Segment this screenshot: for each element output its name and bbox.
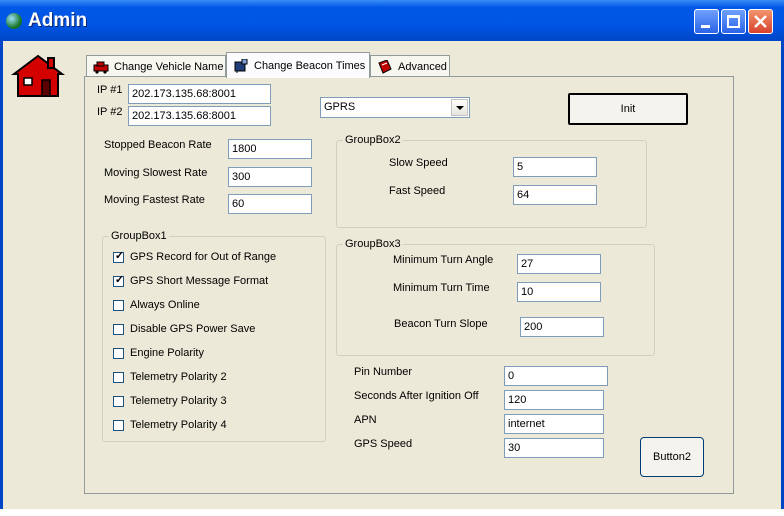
checkbox-label: GPS Record for Out of Range xyxy=(130,251,277,263)
min-turn-angle-label: Minimum Turn Angle xyxy=(393,254,494,266)
connection-select[interactable]: GPRS xyxy=(320,97,470,118)
ip1-input[interactable]: 202.173.135.68:8001 xyxy=(128,84,271,104)
tab-label: Advanced xyxy=(398,60,447,73)
groupbox1-title: GroupBox1 xyxy=(109,230,169,242)
maximize-button[interactable] xyxy=(721,9,746,34)
checkbox[interactable] xyxy=(113,323,124,335)
tab-label: Change Beacon Times xyxy=(254,59,366,72)
checkbox-label: Engine Polarity xyxy=(130,347,204,359)
checkbox-label: Telemetry Polarity 4 xyxy=(130,419,227,431)
chevron-down-icon[interactable] xyxy=(451,99,468,116)
checkbox-item[interactable]: Engine Polarity xyxy=(113,347,204,359)
groupbox2-title: GroupBox2 xyxy=(343,134,403,146)
checkbox[interactable] xyxy=(113,347,124,359)
min-turn-time-input[interactable]: 10 xyxy=(517,282,601,302)
pin-number-input[interactable]: 0 xyxy=(504,366,608,386)
close-icon xyxy=(754,15,767,28)
stopped-rate-input[interactable]: 1800 xyxy=(228,139,312,159)
checkbox-label: Disable GPS Power Save xyxy=(130,323,256,335)
car-icon xyxy=(93,61,109,74)
window-title: Admin xyxy=(28,10,88,31)
minimize-button[interactable] xyxy=(694,9,719,34)
checkbox-item[interactable]: Telemetry Polarity 3 xyxy=(113,395,227,407)
min-turn-time-label: Minimum Turn Time xyxy=(393,282,490,294)
groupbox3: GroupBox3 xyxy=(336,238,655,356)
button2[interactable]: Button2 xyxy=(640,437,704,477)
checkbox-item[interactable]: ✓ GPS Record for Out of Range xyxy=(113,249,277,263)
fast-speed-input[interactable]: 64 xyxy=(513,185,597,205)
checkmark-icon: ✓ xyxy=(114,249,125,262)
checkbox[interactable] xyxy=(113,419,124,431)
pin-number-label: Pin Number xyxy=(354,366,413,378)
tab-advanced[interactable]: Advanced xyxy=(370,55,450,77)
ip1-label: IP #1 xyxy=(97,84,123,96)
close-button[interactable] xyxy=(748,9,773,34)
ip2-label: IP #2 xyxy=(97,106,123,118)
checkbox-label: Telemetry Polarity 3 xyxy=(130,395,227,407)
connection-select-value: GPRS xyxy=(324,101,356,113)
init-button[interactable]: Init xyxy=(568,93,688,125)
taskbar-edge xyxy=(0,509,784,516)
checkbox-item[interactable]: Telemetry Polarity 4 xyxy=(113,419,227,431)
maximize-icon xyxy=(727,15,740,28)
slow-speed-label: Slow Speed xyxy=(389,157,448,169)
beacon-turn-slope-label: Beacon Turn Slope xyxy=(394,318,488,330)
gps-speed-input[interactable]: 30 xyxy=(504,438,604,458)
checkbox[interactable] xyxy=(113,299,124,311)
apn-label: APN xyxy=(354,414,377,426)
fastest-rate-input[interactable]: 60 xyxy=(228,194,312,214)
gps-speed-label: GPS Speed xyxy=(354,438,413,450)
checkbox-label: Always Online xyxy=(130,299,200,311)
checkbox[interactable] xyxy=(113,395,124,407)
fastest-rate-label: Moving Fastest Rate xyxy=(104,194,205,206)
groupbox2: GroupBox2 xyxy=(336,134,647,228)
checkbox[interactable]: ✓ xyxy=(113,273,125,287)
slowest-rate-input[interactable]: 300 xyxy=(228,167,312,187)
checkbox-label: Telemetry Polarity 2 xyxy=(130,371,227,383)
tab-change-vehicle-name[interactable]: Change Vehicle Name xyxy=(86,55,226,77)
checkbox-item[interactable]: Disable GPS Power Save xyxy=(113,323,255,335)
checkbox-item[interactable]: Always Online xyxy=(113,299,200,311)
tab-change-beacon-times[interactable]: Change Beacon Times xyxy=(226,52,370,78)
checkbox[interactable] xyxy=(113,371,124,383)
house-icon xyxy=(11,54,65,97)
minimize-icon xyxy=(701,25,710,28)
tab-label: Change Vehicle Name xyxy=(114,60,224,73)
ip2-input[interactable]: 202.173.135.68:8001 xyxy=(128,106,271,126)
beacon-icon xyxy=(234,58,248,73)
apn-input[interactable]: internet xyxy=(504,414,604,434)
checkbox-item[interactable]: Telemetry Polarity 2 xyxy=(113,371,227,383)
ignition-off-input[interactable]: 120 xyxy=(504,390,604,410)
stopped-rate-label: Stopped Beacon Rate xyxy=(104,139,212,151)
checkbox[interactable]: ✓ xyxy=(113,249,125,263)
globe-icon xyxy=(6,13,22,29)
groupbox1: GroupBox1 xyxy=(102,230,326,442)
slowest-rate-label: Moving Slowest Rate xyxy=(104,167,208,179)
slow-speed-input[interactable]: 5 xyxy=(513,157,597,177)
title-bar[interactable] xyxy=(0,0,784,41)
checkbox-label: GPS Short Message Format xyxy=(130,275,269,287)
groupbox3-title: GroupBox3 xyxy=(343,238,403,250)
beacon-turn-slope-input[interactable]: 200 xyxy=(520,317,604,337)
checkbox-item[interactable]: ✓ GPS Short Message Format xyxy=(113,273,269,287)
checkmark-icon: ✓ xyxy=(114,273,125,286)
fast-speed-label: Fast Speed xyxy=(389,185,446,197)
book-icon xyxy=(378,59,392,74)
ignition-off-label: Seconds After Ignition Off xyxy=(354,390,479,402)
min-turn-angle-input[interactable]: 27 xyxy=(517,254,601,274)
